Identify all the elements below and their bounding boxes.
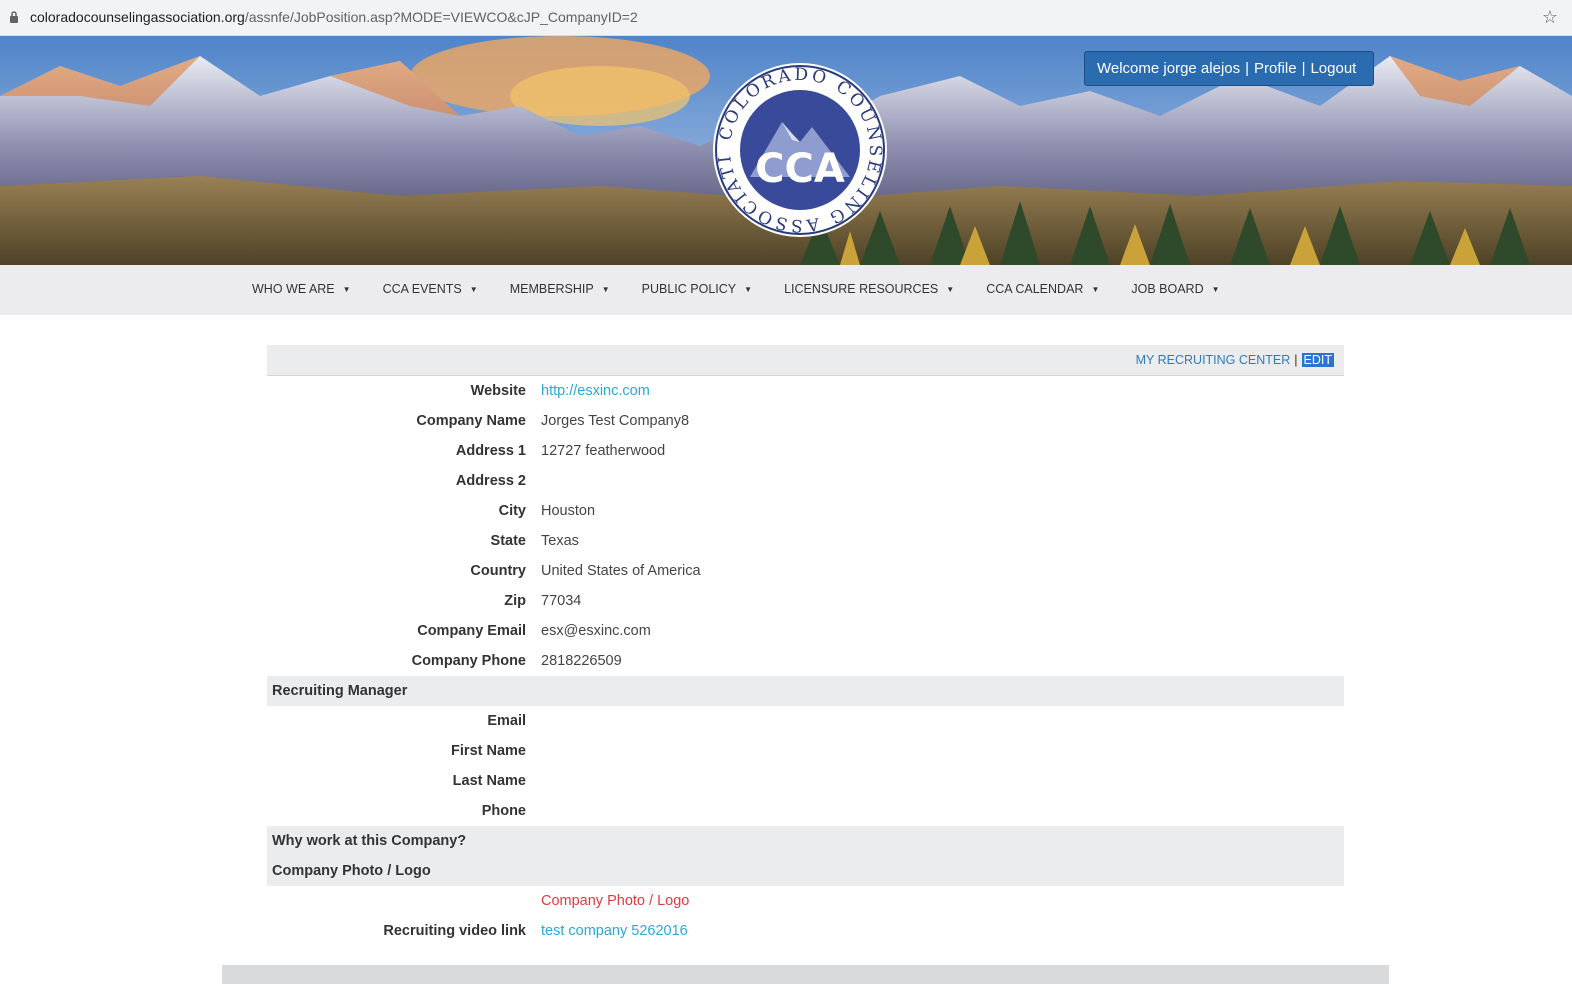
company-photo-placeholder: Company Photo / Logo [541, 893, 690, 909]
caret-down-icon: ▼ [1091, 284, 1100, 294]
edit-link[interactable]: EDIT [1301, 353, 1334, 367]
main-nav: WHO WE ARE ▼ CCA EVENTS ▼ MEMBERSHIP ▼ PUBL… [0, 265, 1572, 315]
nav-item-job-board[interactable]: JOB BOARD ▼ [1131, 282, 1219, 296]
nav-item-who-we-are[interactable]: WHO WE ARE ▼ [252, 282, 351, 296]
welcome-bar: Welcome jorge alejos | Profile | Logout [1084, 51, 1374, 86]
bookmark-star-icon[interactable]: ☆ [1542, 8, 1558, 26]
field-company-name: Company Name Jorges Test Company8 [416, 413, 690, 429]
footer-bar [222, 965, 1389, 984]
field-recruiting-video: Recruiting video link test company 526201… [383, 923, 688, 939]
field-city: City Houston [498, 503, 596, 519]
field-website: Website http://esxinc.com [470, 383, 650, 399]
profile-link[interactable]: Profile [1254, 60, 1297, 77]
caret-down-icon: ▼ [342, 284, 351, 294]
nav-item-cca-calendar[interactable]: CCA CALENDAR ▼ [986, 282, 1099, 296]
field-company-phone: Company Phone 2818226509 [411, 653, 622, 669]
my-recruiting-center-link[interactable]: MY RECRUITING CENTER [1136, 353, 1291, 367]
recruiting-video-link[interactable]: test company 5262016 [541, 923, 688, 939]
field-state: State Texas [490, 533, 579, 549]
field-address-1: Address 1 12727 featherwood [455, 443, 666, 459]
field-country: Country United States of America [470, 563, 701, 579]
field-company-email: Company Email esx@esxinc.com [417, 623, 651, 639]
nav-item-cca-events[interactable]: CCA EVENTS ▼ [383, 282, 478, 296]
field-zip: Zip 77034 [504, 593, 582, 609]
website-link[interactable]: http://esxinc.com [541, 383, 650, 399]
field-manager-phone: Phone [481, 803, 526, 819]
nav-item-public-policy[interactable]: PUBLIC POLICY ▼ [642, 282, 752, 296]
logo-text: CCA [755, 146, 845, 192]
caret-down-icon: ▼ [946, 284, 955, 294]
logout-link[interactable]: Logout [1310, 60, 1356, 77]
section-why-work: Why work at this Company? [267, 826, 1344, 856]
nav-item-licensure-resources[interactable]: LICENSURE RESOURCES ▼ [784, 282, 954, 296]
section-company-photo: Company Photo / Logo [267, 856, 1344, 886]
browser-address-bar[interactable]: coloradocounselingassociation.org/assnfe… [0, 0, 1572, 36]
section-recruiting-manager: Recruiting Manager [267, 676, 1344, 706]
field-manager-email: Email [487, 713, 526, 729]
company-profile: MY RECRUITING CENTER | EDIT Website http://… [267, 345, 1344, 946]
cca-logo[interactable]: CCA COLORADO COUNSELING ASSOCIATION [712, 62, 888, 238]
welcome-text: Welcome jorge alejos [1097, 60, 1241, 77]
recruiting-toolbar: MY RECRUITING CENTER | EDIT [267, 345, 1344, 376]
field-address-2: Address 2 [455, 473, 526, 489]
field-manager-last-name: Last Name [452, 773, 526, 789]
nav-item-membership[interactable]: MEMBERSHIP ▼ [510, 282, 610, 296]
field-company-photo: Company Photo / Logo [267, 886, 1344, 916]
caret-down-icon: ▼ [1211, 284, 1220, 294]
field-manager-first-name: First Name [451, 743, 526, 759]
caret-down-icon: ▼ [744, 284, 753, 294]
url-text[interactable]: coloradocounselingassociation.org/assnfe… [30, 9, 638, 25]
caret-down-icon: ▼ [601, 284, 610, 294]
lock-icon [10, 11, 18, 23]
caret-down-icon: ▼ [469, 284, 478, 294]
